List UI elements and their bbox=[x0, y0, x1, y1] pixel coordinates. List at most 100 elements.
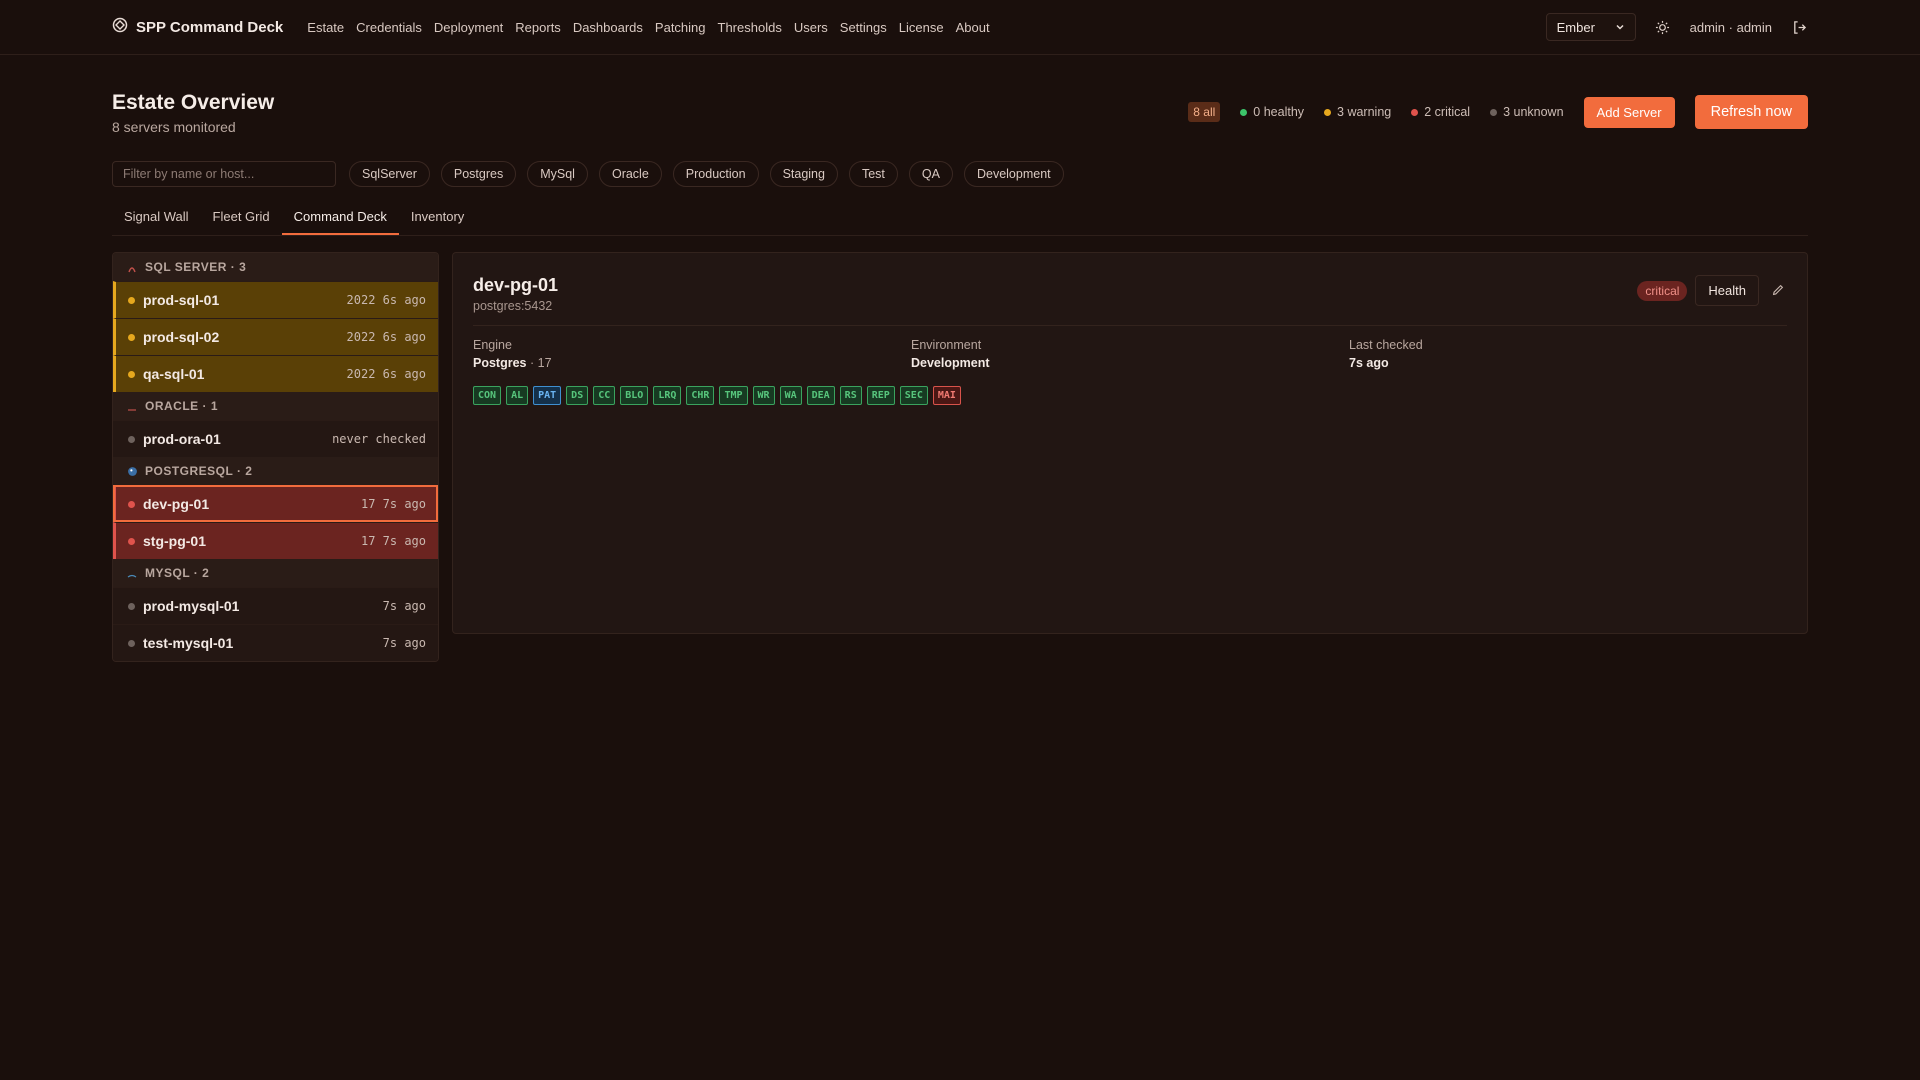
check-badges: CON AL PAT DS CC BLO LRQ CHR TMP WR WA D… bbox=[473, 386, 1787, 405]
logout-icon[interactable] bbox=[1790, 18, 1808, 36]
top-bar: SPP Command Deck Estate Credentials Depl… bbox=[0, 0, 1920, 55]
critical-dot-icon bbox=[128, 537, 135, 545]
group-label: MYSQL · 2 bbox=[145, 566, 210, 580]
server-name: prod-ora-01 bbox=[143, 431, 221, 447]
check-ds[interactable]: DS bbox=[566, 386, 589, 405]
server-row-dev-pg-01[interactable]: dev-pg-01 17 7s ago bbox=[113, 485, 438, 522]
group-header-postgresql: POSTGRESQL · 2 bbox=[113, 457, 438, 485]
group-header-mysql: MYSQL · 2 bbox=[113, 559, 438, 587]
unknown-dot-icon bbox=[128, 639, 135, 647]
server-row-prod-sql-02[interactable]: prod-sql-02 2022 6s ago bbox=[113, 318, 438, 355]
server-row-prod-ora-01[interactable]: prod-ora-01 never checked bbox=[113, 420, 438, 457]
chip-sqlserver[interactable]: SqlServer bbox=[349, 161, 430, 187]
nav-reports[interactable]: Reports bbox=[515, 20, 561, 35]
server-meta: 2022 6s ago bbox=[346, 330, 426, 344]
nav-license[interactable]: License bbox=[899, 20, 944, 35]
unknown-dot-icon bbox=[128, 435, 135, 443]
chip-qa[interactable]: QA bbox=[908, 161, 953, 187]
check-rep[interactable]: REP bbox=[866, 386, 895, 405]
group-label: SQL SERVER · 3 bbox=[145, 260, 247, 274]
check-dea[interactable]: DEA bbox=[806, 386, 835, 405]
stat-warning[interactable]: 3 warning bbox=[1324, 105, 1391, 119]
check-mai[interactable]: MAI bbox=[932, 386, 961, 405]
refresh-now-button[interactable]: Refresh now bbox=[1694, 95, 1808, 129]
server-name: qa-sql-01 bbox=[143, 366, 205, 382]
stat-critical-label: 2 critical bbox=[1424, 105, 1471, 119]
unknown-dot-icon bbox=[128, 602, 135, 610]
warning-dot-icon bbox=[128, 296, 135, 304]
sqlserver-icon bbox=[127, 262, 137, 273]
server-name: prod-mysql-01 bbox=[143, 598, 240, 614]
server-row-test-mysql-01[interactable]: test-mysql-01 7s ago bbox=[113, 624, 438, 661]
status-summary: 8 all 0 healthy 3 warning 2 critical 3 u… bbox=[1188, 95, 1808, 129]
chip-staging[interactable]: Staging bbox=[769, 161, 838, 187]
engine-version: · 17 bbox=[529, 356, 552, 370]
nav-dashboards[interactable]: Dashboards bbox=[573, 20, 643, 35]
unknown-dot-icon bbox=[1490, 108, 1498, 116]
health-button[interactable]: Health bbox=[1695, 275, 1759, 306]
nav-thresholds[interactable]: Thresholds bbox=[718, 20, 782, 35]
sun-icon[interactable] bbox=[1654, 18, 1672, 36]
theme-value: Ember bbox=[1556, 19, 1595, 35]
check-lrq[interactable]: LRQ bbox=[653, 386, 682, 405]
check-tmp[interactable]: TMP bbox=[719, 386, 748, 405]
server-row-prod-mysql-01[interactable]: prod-mysql-01 7s ago bbox=[113, 587, 438, 624]
chevron-down-icon bbox=[1615, 20, 1625, 35]
check-blo[interactable]: BLO bbox=[620, 386, 649, 405]
check-chr[interactable]: CHR bbox=[686, 386, 715, 405]
server-list: SQL SERVER · 3 prod-sql-01 2022 6s ago p… bbox=[112, 252, 439, 662]
tab-inventory[interactable]: Inventory bbox=[399, 199, 476, 235]
nav-users[interactable]: Users bbox=[794, 20, 828, 35]
stat-critical[interactable]: 2 critical bbox=[1411, 105, 1470, 119]
main-nav: Estate Credentials Deployment Reports Da… bbox=[307, 20, 989, 35]
check-al[interactable]: AL bbox=[506, 386, 529, 405]
check-con[interactable]: CON bbox=[473, 386, 502, 405]
check-cc[interactable]: CC bbox=[593, 386, 616, 405]
stat-unknown[interactable]: 3 unknown bbox=[1490, 105, 1564, 119]
server-meta: 7s ago bbox=[382, 636, 426, 650]
healthy-dot-icon bbox=[1240, 108, 1248, 116]
last-checked-label: Last checked bbox=[1349, 338, 1423, 352]
theme-select[interactable]: Ember bbox=[1545, 13, 1636, 41]
check-pat[interactable]: PAT bbox=[533, 386, 562, 405]
check-rs[interactable]: RS bbox=[839, 386, 862, 405]
tab-fleet-grid[interactable]: Fleet Grid bbox=[201, 199, 282, 235]
chip-oracle[interactable]: Oracle bbox=[598, 161, 662, 187]
view-tabs: Signal Wall Fleet Grid Command Deck Inve… bbox=[112, 199, 1808, 236]
server-row-prod-sql-01[interactable]: prod-sql-01 2022 6s ago bbox=[113, 281, 438, 318]
chip-postgres[interactable]: Postgres bbox=[440, 161, 517, 187]
stat-healthy[interactable]: 0 healthy bbox=[1240, 105, 1304, 119]
chip-production[interactable]: Production bbox=[672, 161, 759, 187]
add-server-button[interactable]: Add Server bbox=[1583, 96, 1675, 128]
last-checked-value: 7s ago bbox=[1349, 356, 1389, 370]
warning-dot-icon bbox=[1324, 108, 1332, 116]
postgresql-icon bbox=[127, 466, 137, 476]
filter-input[interactable]: Filter by name or host... bbox=[112, 161, 336, 187]
nav-about[interactable]: About bbox=[956, 20, 990, 35]
server-meta: 2022 6s ago bbox=[346, 293, 426, 307]
server-row-qa-sql-01[interactable]: qa-sql-01 2022 6s ago bbox=[113, 355, 438, 392]
server-row-stg-pg-01[interactable]: stg-pg-01 17 7s ago bbox=[113, 522, 438, 559]
check-wa[interactable]: WA bbox=[779, 386, 802, 405]
chip-development[interactable]: Development bbox=[963, 161, 1064, 187]
check-wr[interactable]: WR bbox=[752, 386, 775, 405]
tab-signal-wall[interactable]: Signal Wall bbox=[112, 199, 201, 235]
stat-healthy-label: 0 healthy bbox=[1253, 105, 1305, 119]
chip-test[interactable]: Test bbox=[848, 161, 898, 187]
nav-patching[interactable]: Patching bbox=[655, 20, 706, 35]
stat-warning-label: 3 warning bbox=[1337, 105, 1392, 119]
server-name: dev-pg-01 bbox=[143, 496, 210, 512]
check-sec[interactable]: SEC bbox=[899, 386, 928, 405]
nav-credentials[interactable]: Credentials bbox=[356, 20, 422, 35]
nav-deployment[interactable]: Deployment bbox=[434, 20, 503, 35]
chip-mysql[interactable]: MySql bbox=[527, 161, 588, 187]
page-subtitle: 8 servers monitored bbox=[112, 119, 236, 135]
nav-estate[interactable]: Estate bbox=[307, 20, 344, 35]
brand[interactable]: SPP Command Deck bbox=[112, 17, 283, 37]
edit-pencil-icon[interactable] bbox=[1771, 283, 1787, 299]
nav-settings[interactable]: Settings bbox=[840, 20, 887, 35]
user-label: admin · admin bbox=[1689, 19, 1772, 35]
stat-all[interactable]: 8 all bbox=[1188, 102, 1221, 122]
mysql-icon bbox=[127, 568, 137, 578]
tab-command-deck[interactable]: Command Deck bbox=[281, 199, 399, 235]
